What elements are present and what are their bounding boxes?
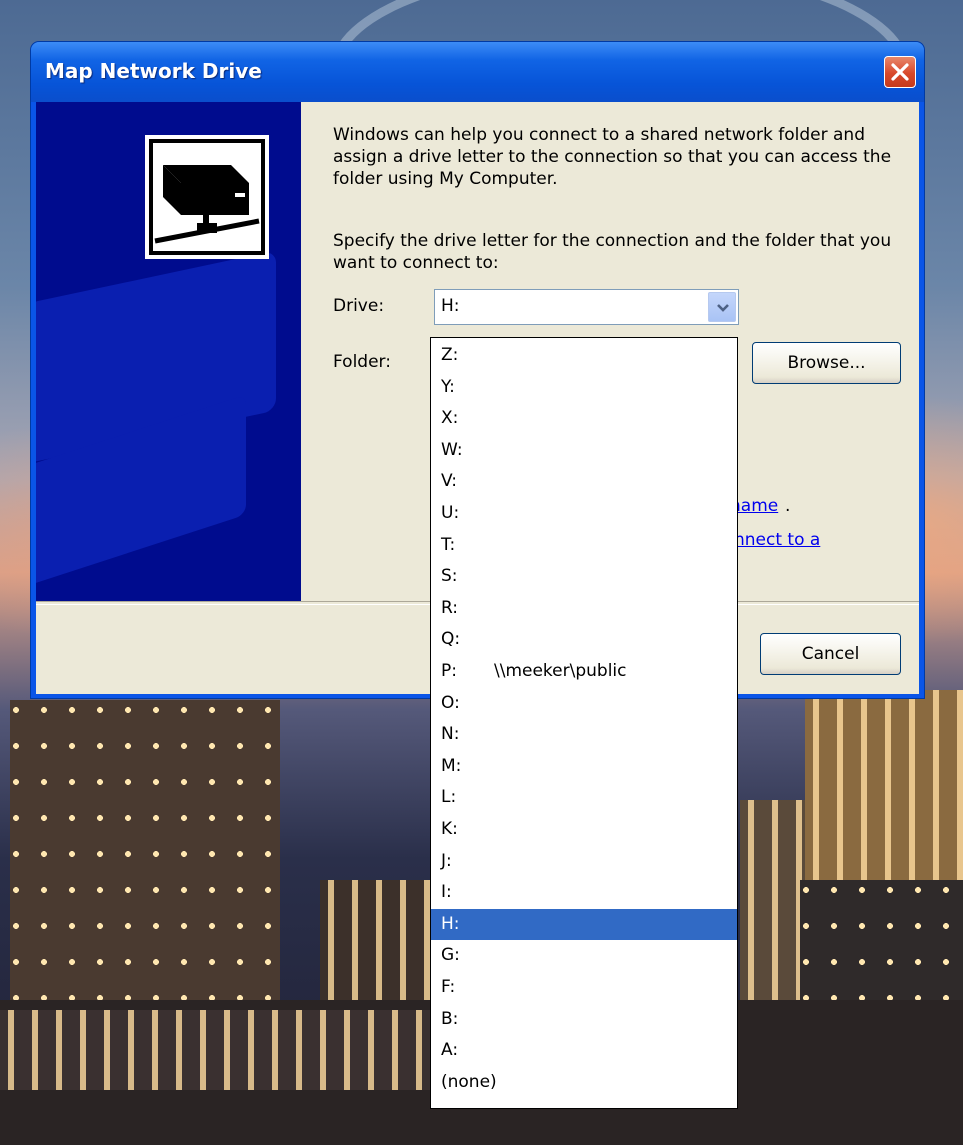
drive-option-letter: K: [441, 819, 458, 839]
drive-select[interactable]: H: [434, 289, 739, 325]
drive-option-letter: A: [441, 1040, 459, 1061]
dialog-title: Map Network Drive [45, 59, 262, 83]
title-bar[interactable]: Map Network Drive [31, 42, 924, 102]
drive-option[interactable]: I: [431, 877, 737, 908]
drive-option[interactable]: O: [431, 688, 737, 719]
drive-option[interactable]: (none) [431, 1067, 737, 1098]
drive-option-letter: W: [441, 439, 463, 460]
drive-option[interactable]: U: [431, 498, 737, 529]
close-button[interactable] [884, 56, 916, 88]
drive-option[interactable]: R: [431, 593, 737, 624]
drive-option-letter: Z: [441, 345, 459, 365]
drive-option[interactable]: A: [431, 1035, 737, 1066]
drive-option-path: \\meeker\public [494, 661, 627, 681]
drive-option[interactable]: L: [431, 782, 737, 813]
drive-option-letter: J: [441, 850, 452, 871]
drive-label: Drive: [333, 296, 385, 316]
drive-select-value: H: [441, 296, 460, 316]
drive-option[interactable]: K: [431, 814, 737, 845]
drive-option-letter: Y: [441, 376, 455, 397]
drive-dropdown-list[interactable]: Z: Y: X: W: V: U: T: S: R: Q: P: \\meeker\public O: N… [430, 337, 738, 1109]
network-drive-icon [145, 135, 269, 259]
drive-option[interactable]: N: [431, 719, 737, 750]
drive-option[interactable]: H: [431, 908, 737, 940]
drive-option-letter: F: [441, 977, 456, 997]
cancel-button[interactable]: Cancel [760, 633, 901, 675]
drive-option-letter: S: [441, 566, 458, 587]
drive-option-letter: (none) [441, 1071, 497, 1092]
drive-option[interactable]: Z: [431, 340, 737, 371]
chevron-down-icon [717, 304, 729, 312]
drive-option[interactable]: Y: [431, 372, 737, 403]
browse-button[interactable]: Browse... [752, 342, 901, 384]
drive-option-letter: T: [441, 534, 456, 555]
drive-option-letter: U: [441, 503, 460, 523]
drive-option-letter: L: [441, 787, 457, 808]
drive-option[interactable]: G: [431, 940, 737, 971]
drive-option-letter: P: [441, 661, 457, 681]
folder-label: Folder: [333, 352, 391, 372]
link-fragment-connect[interactable]: nnect to a [734, 530, 820, 550]
drive-option-letter: Q: [441, 629, 461, 650]
drive-option-letter: H: [441, 913, 460, 934]
drive-option-letter: G: [441, 945, 460, 966]
drive-option-letter: I: [441, 882, 452, 903]
drive-option[interactable]: S: [431, 561, 737, 592]
drive-option-letter: X: [441, 408, 459, 429]
drive-option[interactable]: T: [431, 530, 737, 561]
wallpaper-building [805, 690, 963, 890]
drive-option[interactable]: M: [431, 751, 737, 782]
wallpaper-building [0, 1010, 430, 1090]
drive-dropdown-button[interactable] [708, 292, 736, 322]
drive-option-letter: O: [441, 692, 460, 713]
close-icon [891, 63, 909, 81]
drive-option-letter: N: [441, 724, 460, 745]
drive-option[interactable]: B: [431, 1004, 737, 1035]
drive-option[interactable]: W: [431, 435, 737, 466]
drive-option-letter: B: [441, 1008, 459, 1029]
drive-option-letter: V: [441, 471, 457, 492]
drive-option-letter: M: [441, 755, 462, 776]
drive-option[interactable]: Q: [431, 624, 737, 655]
drive-option[interactable]: J: [431, 846, 737, 877]
specify-text: Specify the drive letter for the connect… [333, 231, 892, 273]
intro-text: Windows can help you connect to a shared… [333, 125, 892, 189]
drive-option[interactable]: F: [431, 972, 737, 1003]
drive-option-letter: R: [441, 597, 459, 618]
drive-option[interactable]: P: \\meeker\public [431, 656, 737, 687]
wizard-art-panel [36, 102, 301, 602]
drive-option[interactable]: V: [431, 466, 737, 497]
link-suffix: . [785, 496, 791, 516]
drive-option[interactable]: X: [431, 403, 737, 434]
